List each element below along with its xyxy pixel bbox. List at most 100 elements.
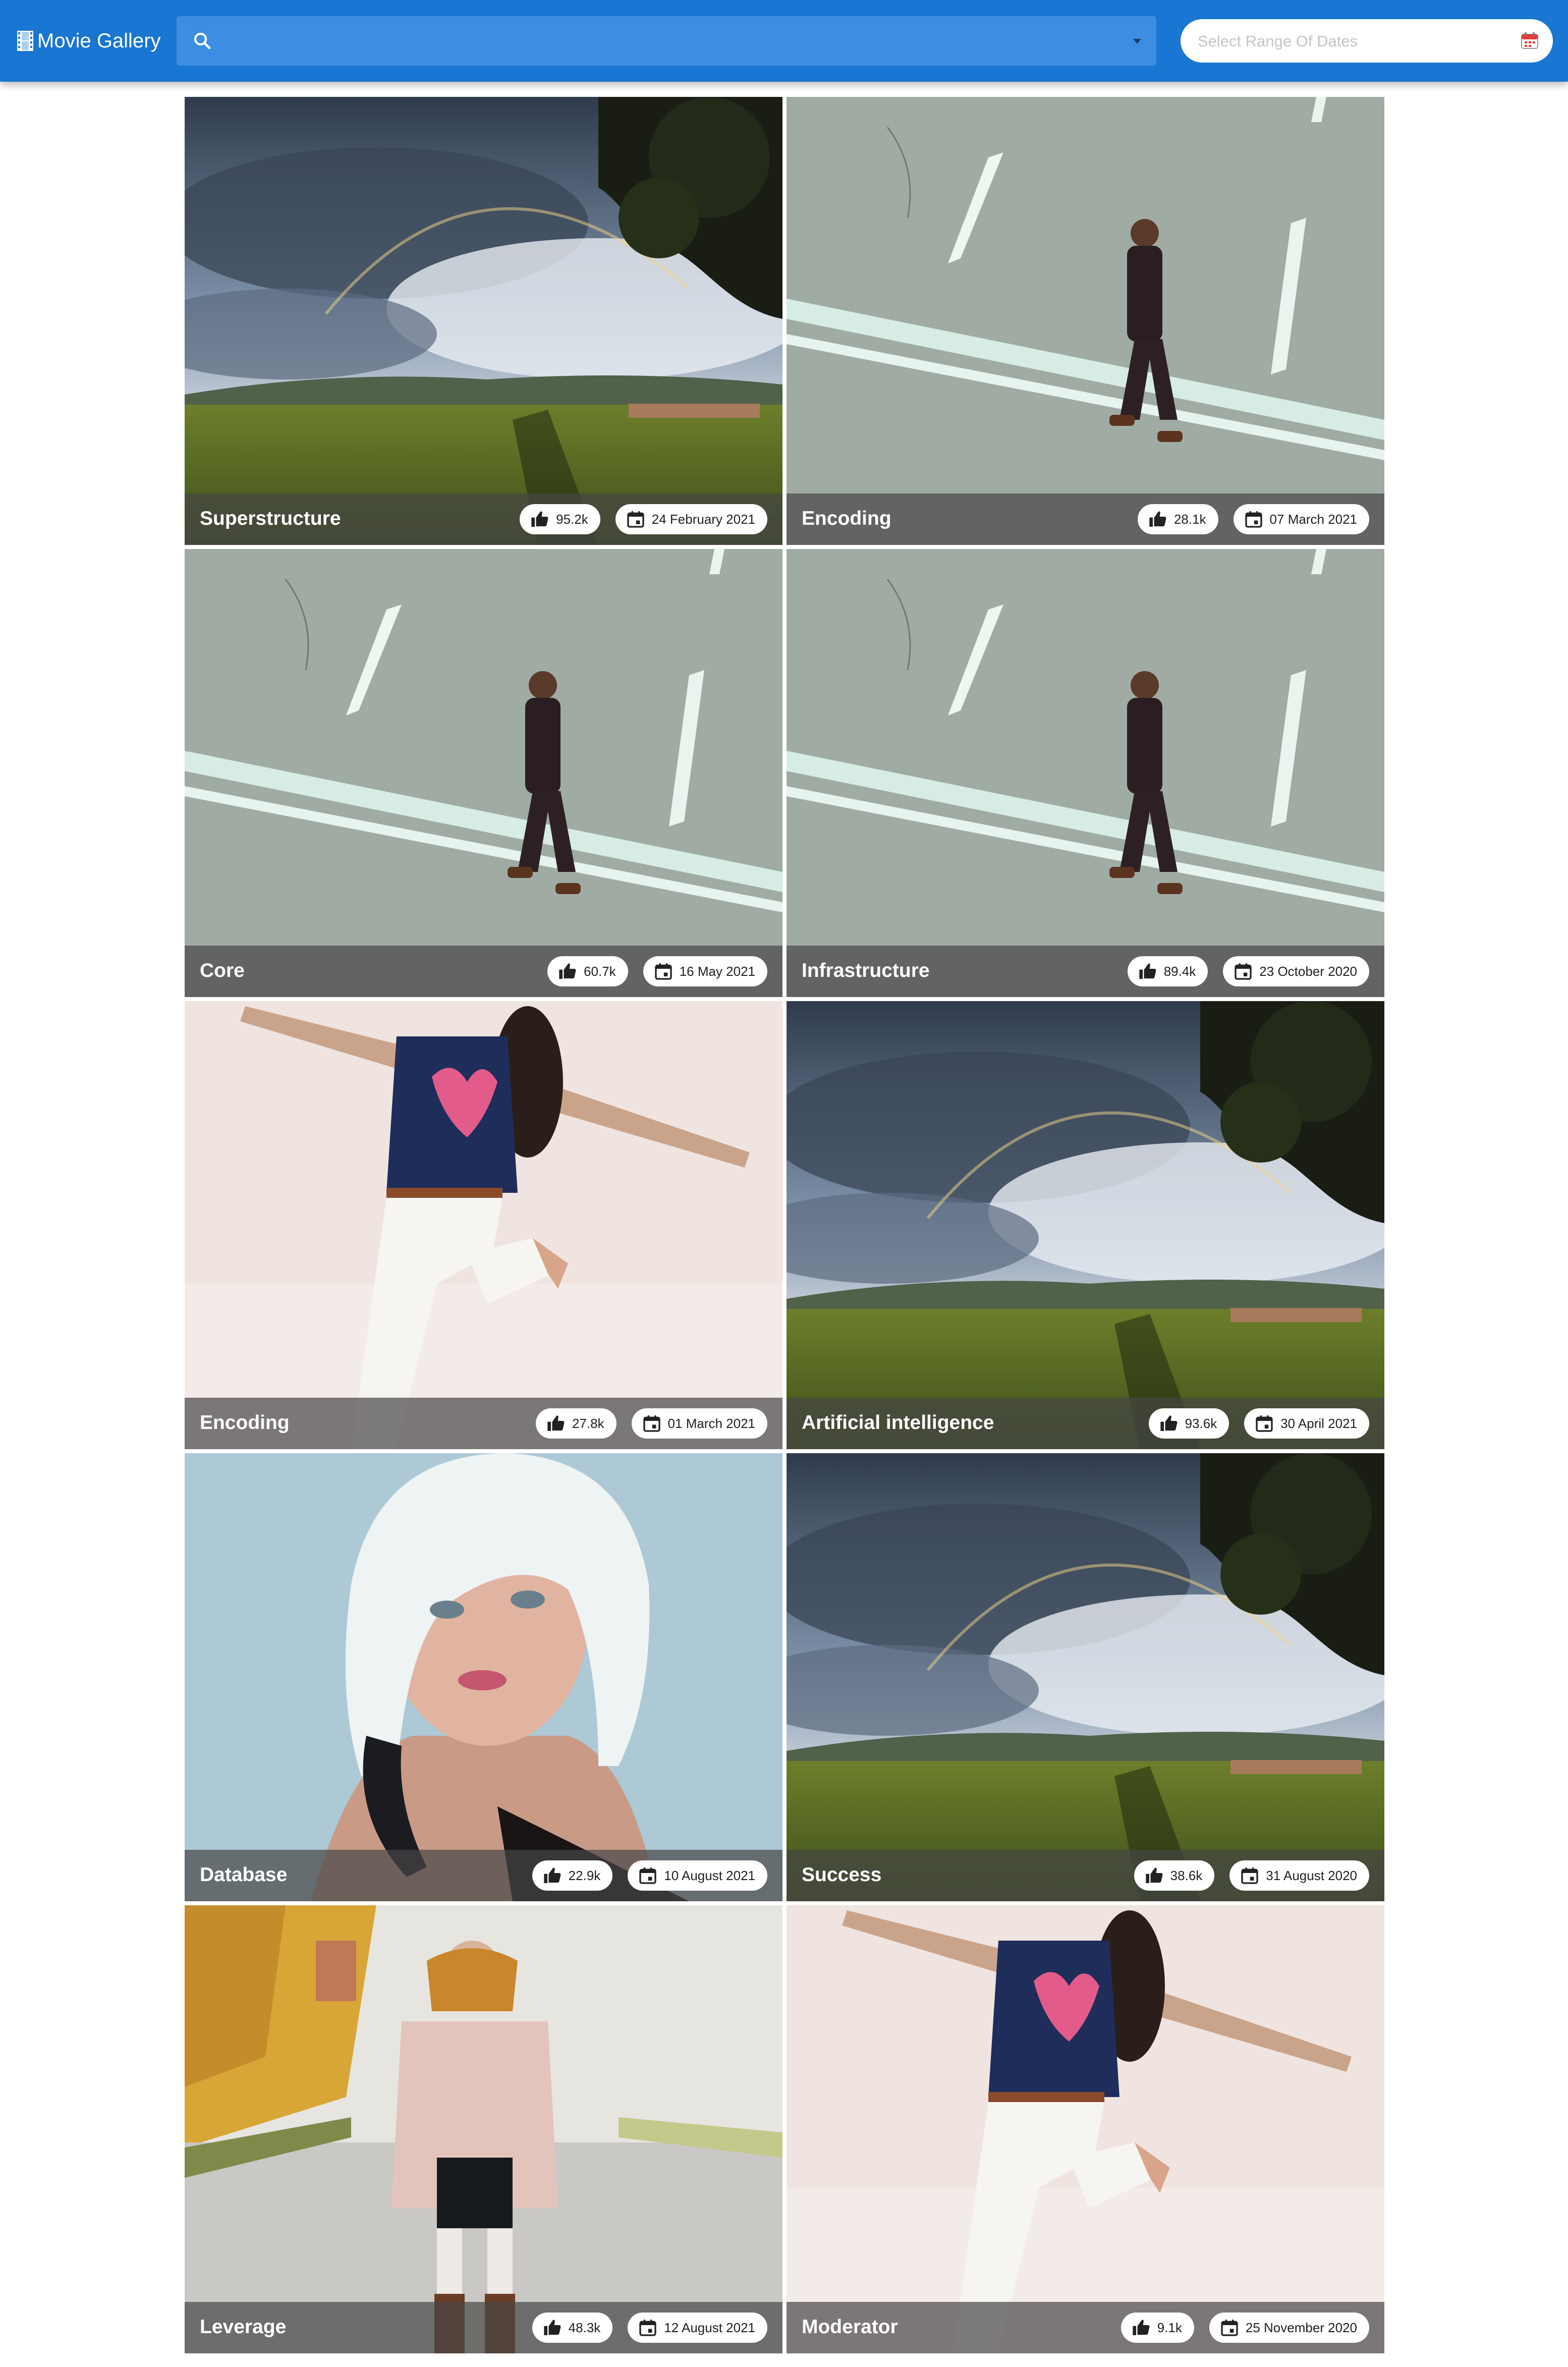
calendar-icon bbox=[655, 963, 672, 980]
movie-image bbox=[185, 1453, 782, 1901]
likes-chip[interactable]: 48.3k bbox=[532, 2313, 613, 2343]
release-date: 23 October 2020 bbox=[1259, 963, 1357, 979]
likes-count: 38.6k bbox=[1170, 1867, 1203, 1883]
release-date: 25 November 2020 bbox=[1245, 2320, 1357, 2335]
date-chip[interactable]: 30 April 2021 bbox=[1244, 1408, 1369, 1439]
likes-chip[interactable]: 22.9k bbox=[532, 1860, 613, 1891]
movie-card[interactable]: Infrastructure 89.4k 23 October 2020 bbox=[787, 549, 1384, 997]
card-info-bar: Leverage 48.3k 12 August 2021 bbox=[185, 2302, 782, 2353]
movie-card[interactable]: Artificial intelligence 93.6k 30 April 2… bbox=[787, 1001, 1384, 1449]
likes-chip[interactable]: 89.4k bbox=[1127, 956, 1208, 986]
release-date: 30 April 2021 bbox=[1280, 1415, 1357, 1431]
calendar-icon bbox=[627, 511, 644, 528]
app-brand[interactable]: Movie Gallery bbox=[17, 25, 161, 57]
film-icon bbox=[17, 31, 33, 51]
card-info-bar: Encoding 28.1k 07 March 2021 bbox=[787, 493, 1384, 545]
thumbs-up-icon bbox=[1149, 511, 1166, 527]
release-date: 10 August 2021 bbox=[664, 1867, 755, 1883]
movie-title: Encoding bbox=[200, 1412, 290, 1434]
date-chip[interactable]: 10 August 2021 bbox=[628, 1860, 767, 1891]
chevron-down-icon[interactable] bbox=[1130, 35, 1144, 46]
calendar-icon[interactable] bbox=[1520, 30, 1540, 50]
movie-title: Core bbox=[200, 960, 245, 981]
date-range-input[interactable] bbox=[1197, 19, 1501, 64]
likes-count: 48.3k bbox=[568, 2320, 601, 2335]
card-info-bar: Artificial intelligence 93.6k 30 April 2… bbox=[787, 1398, 1384, 1449]
movie-image bbox=[787, 1905, 1384, 2353]
thumbs-up-icon bbox=[1146, 1867, 1163, 1883]
card-info-bar: Moderator 9.1k 25 November 2020 bbox=[787, 2302, 1384, 2353]
movie-card[interactable]: Moderator 9.1k 25 November 2020 bbox=[787, 1905, 1384, 2353]
movie-gallery-grid: Superstructure 95.2k 24 February 2021 En… bbox=[185, 97, 1384, 2353]
calendar-icon bbox=[1245, 511, 1262, 528]
movie-image bbox=[787, 549, 1384, 997]
movie-image bbox=[185, 97, 782, 545]
calendar-icon bbox=[1235, 963, 1252, 980]
likes-chip[interactable]: 95.2k bbox=[520, 504, 600, 534]
movie-title: Encoding bbox=[802, 508, 891, 529]
likes-chip[interactable]: 38.6k bbox=[1134, 1860, 1215, 1891]
thumbs-up-icon bbox=[1160, 1415, 1178, 1431]
movie-title: Artificial intelligence bbox=[802, 1412, 994, 1434]
movie-card[interactable]: Encoding 28.1k 07 March 2021 bbox=[787, 97, 1384, 545]
movie-card[interactable]: Superstructure 95.2k 24 February 2021 bbox=[185, 97, 782, 545]
likes-chip[interactable]: 9.1k bbox=[1121, 2313, 1194, 2343]
thumbs-up-icon bbox=[531, 511, 548, 527]
movie-card[interactable]: Encoding 27.8k 01 March 2021 bbox=[185, 1001, 782, 1449]
card-info-bar: Database 22.9k 10 August 2021 bbox=[185, 1850, 782, 1901]
likes-chip[interactable]: 28.1k bbox=[1137, 504, 1218, 534]
likes-count: 28.1k bbox=[1173, 511, 1206, 527]
likes-count: 95.2k bbox=[556, 511, 588, 527]
date-chip[interactable]: 12 August 2021 bbox=[628, 2313, 767, 2343]
movie-card[interactable]: Success 38.6k 31 August 2020 bbox=[787, 1453, 1384, 1901]
likes-chip[interactable]: 93.6k bbox=[1148, 1408, 1229, 1439]
date-chip[interactable]: 25 November 2020 bbox=[1209, 2313, 1369, 2343]
likes-chip[interactable]: 27.8k bbox=[535, 1408, 617, 1439]
thumbs-up-icon bbox=[1139, 963, 1156, 979]
date-chip[interactable]: 23 October 2020 bbox=[1223, 956, 1369, 986]
date-chip[interactable]: 16 May 2021 bbox=[643, 956, 767, 986]
movie-image bbox=[185, 1905, 782, 2353]
movie-image bbox=[787, 1453, 1384, 1901]
date-chip[interactable]: 31 August 2020 bbox=[1229, 1860, 1369, 1891]
movie-title: Moderator bbox=[802, 2316, 898, 2338]
likes-count: 89.4k bbox=[1163, 963, 1196, 979]
calendar-icon bbox=[1241, 1867, 1258, 1884]
card-info-bar: Success 38.6k 31 August 2020 bbox=[787, 1850, 1384, 1901]
card-chips: 89.4k 23 October 2020 bbox=[1127, 956, 1369, 986]
app-title: Movie Gallery bbox=[37, 29, 161, 52]
likes-count: 9.1k bbox=[1157, 2320, 1182, 2335]
card-info-bar: Superstructure 95.2k 24 February 2021 bbox=[185, 493, 782, 545]
thumbs-up-icon bbox=[1133, 2320, 1150, 2335]
search-box[interactable] bbox=[177, 16, 1156, 67]
release-date: 12 August 2021 bbox=[664, 2320, 755, 2335]
release-date: 01 March 2021 bbox=[667, 1415, 755, 1431]
card-info-bar: Encoding 27.8k 01 March 2021 bbox=[185, 1398, 782, 1449]
thumbs-up-icon bbox=[544, 1867, 561, 1883]
movie-card[interactable]: Core 60.7k 16 May 2021 bbox=[185, 549, 782, 997]
movie-title: Infrastructure bbox=[802, 960, 930, 981]
search-input[interactable] bbox=[227, 16, 1107, 67]
card-chips: 38.6k 31 August 2020 bbox=[1134, 1860, 1369, 1891]
card-info-bar: Core 60.7k 16 May 2021 bbox=[185, 946, 782, 997]
likes-count: 93.6k bbox=[1185, 1415, 1217, 1431]
movie-card[interactable]: Database 22.9k 10 August 2021 bbox=[185, 1453, 782, 1901]
card-chips: 28.1k 07 March 2021 bbox=[1137, 504, 1369, 534]
date-range-picker[interactable] bbox=[1181, 19, 1553, 64]
movie-title: Leverage bbox=[200, 2316, 287, 2338]
movie-title: Superstructure bbox=[200, 508, 341, 529]
date-chip[interactable]: 24 February 2021 bbox=[615, 504, 767, 534]
date-chip[interactable]: 07 March 2021 bbox=[1233, 504, 1369, 534]
calendar-icon bbox=[643, 1415, 660, 1432]
release-date: 24 February 2021 bbox=[651, 511, 755, 527]
card-chips: 60.7k 16 May 2021 bbox=[547, 956, 767, 986]
thumbs-up-icon bbox=[547, 1415, 565, 1431]
movie-title: Success bbox=[802, 1864, 882, 1886]
date-chip[interactable]: 01 March 2021 bbox=[631, 1408, 767, 1439]
likes-chip[interactable]: 60.7k bbox=[547, 956, 628, 986]
movie-card[interactable]: Leverage 48.3k 12 August 2021 bbox=[185, 1905, 782, 2353]
card-chips: 9.1k 25 November 2020 bbox=[1121, 2313, 1369, 2343]
release-date: 07 March 2021 bbox=[1269, 511, 1357, 527]
release-date: 31 August 2020 bbox=[1266, 1867, 1357, 1883]
card-chips: 48.3k 12 August 2021 bbox=[532, 2313, 767, 2343]
